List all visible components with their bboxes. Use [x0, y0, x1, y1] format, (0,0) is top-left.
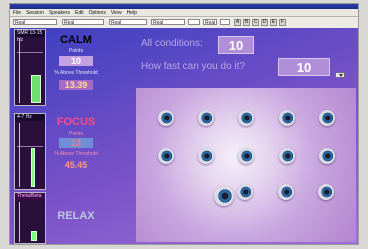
menu-options[interactable]: Options [89, 9, 106, 16]
menu-edit[interactable]: Edit [75, 9, 84, 16]
relax-meter-label: Theta/Beta [15, 193, 45, 200]
neurofeedback-panel: SMR 13-15 Hz 4-7 Hz Theta/Beta CALM Poin… [10, 28, 358, 244]
relax-level-bar [31, 231, 37, 241]
eye-icon[interactable] [214, 186, 234, 206]
toolbar-field-4[interactable]: Real [151, 19, 185, 25]
calm-pct-value: 13.39 [59, 80, 93, 90]
calm-points-label: Points [69, 48, 83, 54]
smr-meter: SMR 13-15 Hz [14, 29, 46, 106]
toolbar-button-c[interactable]: C [252, 19, 259, 26]
menu-view[interactable]: View [111, 9, 122, 16]
menu-speakers[interactable]: Speakers [49, 9, 70, 16]
menu-help[interactable]: Help [127, 9, 137, 16]
speed-dropdown-arrow[interactable] [335, 72, 345, 78]
focus-points-label: Points [69, 131, 83, 137]
calm-pct-label: % Above Threshold [54, 70, 98, 76]
toolbar-button-a[interactable]: A [234, 19, 241, 26]
toolbar-button-f[interactable]: F [279, 19, 286, 26]
toolbar-button-b[interactable]: B [243, 19, 250, 26]
meter-scale [19, 202, 20, 242]
app-window: File Session Speakers Edit Options View … [10, 4, 358, 244]
calm-points-value: 10 [59, 56, 93, 66]
speed-value: 10 [278, 58, 330, 76]
eye-icon[interactable] [319, 110, 335, 126]
toolbar-field-5[interactable] [188, 19, 200, 25]
toolbar-field-7[interactable] [220, 19, 230, 25]
theta-meter-label: 4-7 Hz [15, 114, 45, 121]
eye-icon[interactable] [198, 148, 214, 164]
eye-icon[interactable] [319, 148, 335, 164]
menu-file[interactable]: File [13, 9, 21, 16]
relax-meter: Theta/Beta [14, 192, 46, 244]
toolbar-field-6[interactable]: Real [203, 19, 217, 25]
calm-title: CALM [60, 34, 92, 46]
smr-level-bar [31, 75, 41, 103]
eye-icon[interactable] [279, 148, 295, 164]
eye-icon[interactable] [318, 184, 334, 200]
toolbar-button-e[interactable]: E [270, 19, 277, 26]
meter-line [17, 146, 43, 147]
game-board[interactable] [136, 88, 356, 242]
eye-icon[interactable] [279, 110, 295, 126]
focus-pct-value: 45.45 [64, 160, 88, 170]
meter-scale [19, 123, 20, 187]
all-conditions-value: 10 [218, 36, 254, 54]
meter-line [17, 52, 43, 53]
menu-session[interactable]: Session [26, 9, 44, 16]
eye-icon[interactable] [237, 184, 253, 200]
toolbar-button-d[interactable]: D [261, 19, 268, 26]
toolbar-field-1[interactable]: Real [13, 19, 57, 25]
focus-points-value: 13 [59, 138, 93, 148]
toolbar-field-2[interactable]: Real [62, 19, 104, 25]
toolbar-field-3[interactable]: Real [109, 19, 147, 25]
smr-meter-label: SMR 13-15 Hz [15, 30, 45, 43]
focus-title: FOCUS [56, 116, 96, 128]
eye-icon[interactable] [238, 148, 254, 164]
eye-icon[interactable] [158, 148, 174, 164]
eye-icon[interactable] [238, 110, 254, 126]
all-conditions-label: All conditions: [141, 38, 203, 49]
eye-icon[interactable] [198, 110, 214, 126]
theta-level-bar [31, 148, 35, 187]
relax-title: RELAX [57, 210, 95, 222]
eye-icon[interactable] [278, 184, 294, 200]
menu-bar: File Session Speakers Edit Options View … [10, 9, 358, 17]
theta-meter: 4-7 Hz [14, 113, 46, 190]
meter-scale [19, 39, 20, 103]
focus-pct-label: % Above Threshold [54, 151, 98, 157]
speed-label: How fast can you do it? [141, 61, 245, 72]
eye-icon[interactable] [158, 110, 174, 126]
